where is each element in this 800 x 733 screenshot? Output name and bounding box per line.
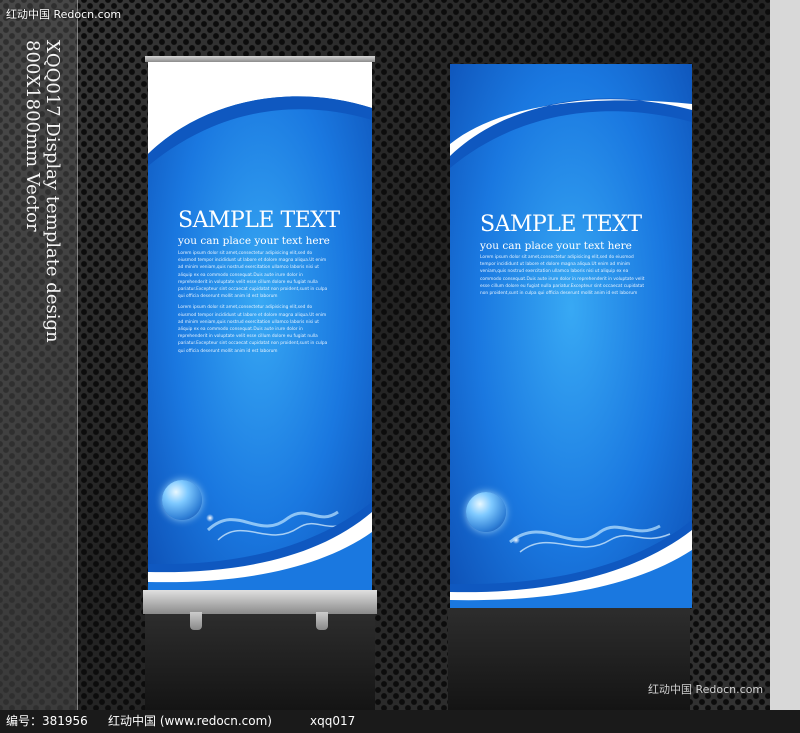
- stand-foot-left: [190, 612, 202, 630]
- banner-paragraph: Lorem ipsum dolor sit amet,consectetur a…: [178, 251, 328, 300]
- watermark-top: 红动中国 Redocn.com: [6, 8, 122, 21]
- vertical-caption-line-2: 800X1800mm Vector: [22, 40, 43, 232]
- footer-bar: 编号：381956 红动中国 (www.redocn.com) xqq017: [0, 710, 800, 733]
- banner-bottom-swoosh: [450, 520, 692, 608]
- banner-left: SAMPLE TEXT you can place your text here…: [148, 62, 372, 590]
- banner-title: SAMPLE TEXT: [480, 212, 642, 237]
- footer-code: xqq017: [310, 714, 356, 728]
- banner-title: SAMPLE TEXT: [178, 208, 340, 233]
- banner-subtitle: you can place your text here: [178, 235, 330, 247]
- vertical-caption-line-1: XQQ017 Display template design: [42, 40, 63, 343]
- stand-foot-right: [316, 612, 328, 630]
- footer-site: 红动中国 (www.redocn.com): [108, 714, 272, 728]
- banner-paragraph: Lorem ipsum dolor sit amet,consectetur a…: [178, 305, 328, 354]
- right-edge-strip: [770, 0, 800, 710]
- banner-subtitle: you can place your text here: [480, 240, 632, 252]
- banner-body: Lorem ipsum dolor sit amet,consectetur a…: [178, 250, 330, 359]
- banner-right: SAMPLE TEXT you can place your text here…: [450, 64, 692, 608]
- stand-base: [143, 590, 377, 614]
- banner-top-swoosh: [450, 98, 692, 168]
- footer-id: 编号：381956: [6, 714, 88, 728]
- banner-bottom-swoosh: [148, 502, 372, 590]
- perforated-metal-background: 红动中国 Redocn.com XQQ017 Display template …: [0, 0, 800, 710]
- banner-paragraph: Lorem ipsum dolor sit amet,consectetur a…: [480, 255, 645, 297]
- corner-watermark: 红动中国 Redocn.com: [648, 683, 764, 696]
- floor-shadow-left: [145, 612, 375, 710]
- banner-body: Lorem ipsum dolor sit amet,consectetur a…: [480, 254, 645, 301]
- vertical-caption: XQQ017 Display template design 800X1800m…: [22, 40, 63, 343]
- banner-top-swoosh: [148, 62, 372, 166]
